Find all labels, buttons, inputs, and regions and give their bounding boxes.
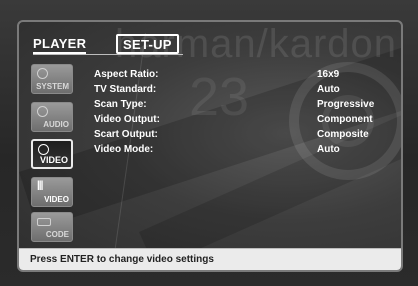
setup-menu-panel: harman/kardon 23 PLAYER SET-UP SYSTEM AU…: [17, 20, 403, 272]
keypad-icon: [37, 218, 51, 226]
osd-screen: harman/kardon 23 PLAYER SET-UP SYSTEM AU…: [0, 0, 418, 286]
setting-value-aspect-ratio[interactable]: 16x9: [317, 69, 339, 80]
setting-label-aspect-ratio[interactable]: Aspect Ratio:: [94, 69, 158, 80]
setting-label-scart-output[interactable]: Scart Output:: [94, 129, 158, 140]
setting-value-scart-output[interactable]: Composite: [317, 129, 369, 140]
sidebar-item-code[interactable]: CODE: [31, 212, 73, 242]
setting-value-scan-type[interactable]: Progressive: [317, 99, 374, 110]
setting-value-video-mode[interactable]: Auto: [317, 144, 340, 155]
sidebar-item-label: AUDIO: [43, 120, 69, 129]
setting-value-video-output[interactable]: Component: [317, 114, 373, 125]
disc-icon: [37, 106, 48, 117]
sidebar-item-label: VIDEO: [44, 195, 69, 204]
equalizer-icon: |||: [37, 180, 43, 191]
status-text: Press ENTER to change video settings: [30, 254, 214, 265]
disc-icon: [38, 144, 49, 155]
setting-label-scan-type[interactable]: Scan Type:: [94, 99, 147, 110]
tab-divider: [33, 54, 183, 55]
sidebar-item-label: CODE: [45, 230, 69, 239]
status-bar: Press ENTER to change video settings: [19, 248, 401, 270]
sidebar-item-video-adjust[interactable]: ||| VIDEO: [31, 177, 73, 207]
number-watermark: 23: [189, 67, 250, 127]
setting-label-tv-standard[interactable]: TV Standard:: [94, 84, 156, 95]
sidebar-item-label: VIDEO: [39, 155, 68, 165]
tab-setup[interactable]: SET-UP: [116, 34, 179, 54]
sidebar-item-audio[interactable]: AUDIO: [31, 102, 73, 132]
setting-label-video-output[interactable]: Video Output:: [94, 114, 160, 125]
sidebar-item-label: SYSTEM: [36, 82, 69, 91]
tab-player[interactable]: PLAYER: [33, 36, 87, 54]
disc-icon: [37, 68, 48, 79]
setting-label-video-mode[interactable]: Video Mode:: [94, 144, 153, 155]
sidebar-item-video[interactable]: VIDEO: [31, 139, 73, 169]
sidebar-item-system[interactable]: SYSTEM: [31, 64, 73, 94]
setting-value-tv-standard[interactable]: Auto: [317, 84, 340, 95]
